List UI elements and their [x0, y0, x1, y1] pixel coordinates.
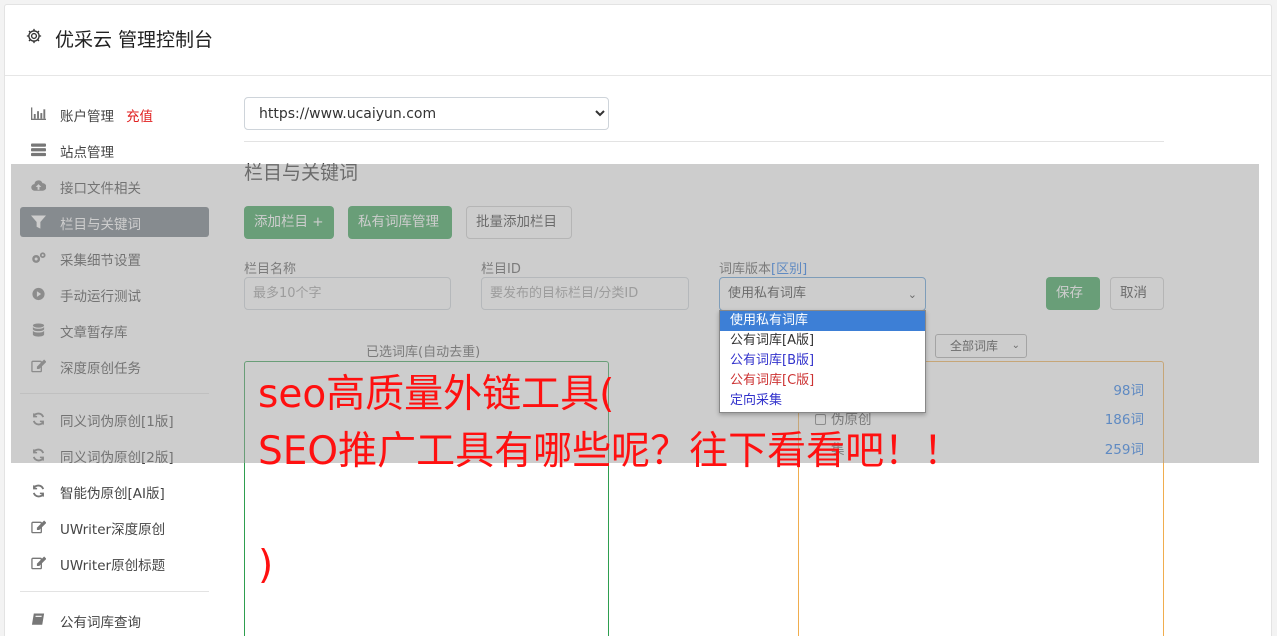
sidebar-item-label: 栏目与关键词: [60, 217, 141, 233]
column-id-input[interactable]: 要发布的目标栏目/分类ID: [481, 277, 689, 310]
sidebar-divider: [20, 591, 209, 592]
sidebar-item-label: UWriter深度原创: [60, 522, 166, 538]
sidebar-item-3[interactable]: 接口文件相关: [20, 171, 209, 201]
sidebar-divider: [20, 393, 209, 394]
cloud-upload-icon: [31, 179, 47, 193]
edit-icon: [31, 556, 47, 570]
sidebar-item-8[interactable]: 深度原创任务: [20, 351, 209, 381]
sidebar-item-4[interactable]: UWriter深度原创: [20, 512, 209, 542]
chevron-down-icon: ⌄: [907, 288, 917, 301]
sidebar-item-3[interactable]: 智能伪原创[AI版]: [20, 476, 209, 506]
library-filter-select[interactable]: 全部词库 ⌄: [935, 334, 1027, 358]
headline-spacer: [258, 480, 962, 537]
filter-icon: [31, 215, 46, 229]
headline-line-2: SEO推广工具有哪些呢？往下看看吧！！: [258, 429, 963, 474]
section-title: 栏目与关键词: [244, 162, 359, 184]
sidebar-item-label: 智能伪原创[AI版]: [60, 486, 165, 502]
refresh-icon: [31, 412, 46, 426]
column-name-input[interactable]: 最多10个字: [244, 277, 451, 310]
sidebar-item-label: 接口文件相关: [60, 181, 141, 197]
column-name-label: 栏目名称: [244, 262, 297, 277]
recharge-link[interactable]: 充值: [126, 105, 153, 125]
sidebar-item-label: 站点管理: [60, 145, 114, 161]
selected-library-caption: 已选词库(自动去重): [366, 345, 481, 360]
library-version-label: 词库版本[区别]: [719, 258, 807, 277]
add-column-button[interactable]: 添加栏目 +: [244, 206, 334, 239]
library-filter-value: 全部词库: [950, 339, 999, 353]
batch-add-column-button[interactable]: 批量添加栏目: [466, 206, 572, 239]
site-select[interactable]: https://www.ucaiyun.com: [244, 97, 609, 130]
sidebar-item-label: 同义词伪原创[2版]: [60, 450, 174, 466]
sidebar-item-label: 公有词库查询: [60, 615, 141, 631]
play-circle-icon: [31, 287, 46, 301]
edit-icon: [31, 520, 47, 534]
library-row-count: 186词: [1104, 412, 1144, 428]
server-icon: [31, 143, 46, 157]
gear-icon: [26, 28, 42, 44]
sidebar-item-6[interactable]: 手动运行测试: [20, 279, 209, 309]
cancel-button[interactable]: 取消: [1110, 277, 1164, 310]
sidebar-item-label: 文章暂存库: [60, 325, 128, 341]
sidebar-item-1[interactable]: 同义词伪原创[1版]: [20, 404, 209, 434]
sidebar-item-2[interactable]: 同义词伪原创[2版]: [20, 440, 209, 470]
library-version-option[interactable]: 使用私有词库: [720, 311, 925, 331]
sidebar-item-label: 手动运行测试: [60, 289, 141, 305]
book-icon: [31, 613, 46, 627]
library-version-option[interactable]: 公有词库[A版]: [720, 331, 925, 351]
cogs-icon: [31, 251, 46, 265]
library-version-select[interactable]: 使用私有词库 ⌄: [719, 277, 926, 311]
top-header: 优采云 管理控制台: [5, 5, 1271, 76]
sidebar-item-label: 采集细节设置: [60, 253, 141, 269]
headline-line-1: seo高质量外链工具(: [258, 372, 615, 417]
sidebar-item-1[interactable]: 账户管理 充值: [20, 99, 209, 129]
column-id-label: 栏目ID: [481, 262, 521, 277]
edit-icon: [31, 359, 47, 373]
sidebar-item-label: UWriter原创标题: [60, 558, 166, 574]
library-row-count: 98词: [1113, 383, 1144, 399]
library-version-text: 词库版本: [719, 262, 772, 277]
save-button[interactable]: 保存: [1046, 277, 1100, 310]
library-version-value: 使用私有词库: [728, 286, 807, 301]
sidebar-item-1[interactable]: 公有词库查询: [20, 605, 209, 635]
sidebar-item-label: 账户管理: [60, 109, 114, 125]
sidebar-item-2[interactable]: 站点管理: [20, 135, 209, 165]
sidebar-item-label: 深度原创任务: [60, 361, 141, 377]
app-title: 优采云 管理控制台: [55, 29, 214, 51]
sidebar-item-4[interactable]: 栏目与关键词: [20, 207, 209, 237]
section-divider: [244, 141, 1164, 142]
overlay-headline: seo高质量外链工具( SEO推广工具有哪些呢？往下看看吧！！ ): [258, 366, 962, 594]
bar-chart-icon: [31, 107, 46, 121]
sidebar-item-label: 同义词伪原创[1版]: [60, 414, 174, 430]
refresh-icon: [31, 448, 46, 462]
sidebar-item-7[interactable]: 文章暂存库: [20, 315, 209, 345]
private-library-button[interactable]: 私有词库管理: [348, 206, 452, 239]
sidebar-item-5[interactable]: 采集细节设置: [20, 243, 209, 273]
chevron-down-icon: ⌄: [1011, 340, 1020, 351]
library-row-count: 259词: [1104, 442, 1144, 458]
difference-link[interactable]: [区别]: [771, 262, 807, 277]
headline-line-3: ): [258, 543, 274, 588]
refresh-icon: [31, 484, 46, 498]
sidebar-item-5[interactable]: UWriter原创标题: [20, 548, 209, 578]
database-icon: [31, 323, 46, 337]
